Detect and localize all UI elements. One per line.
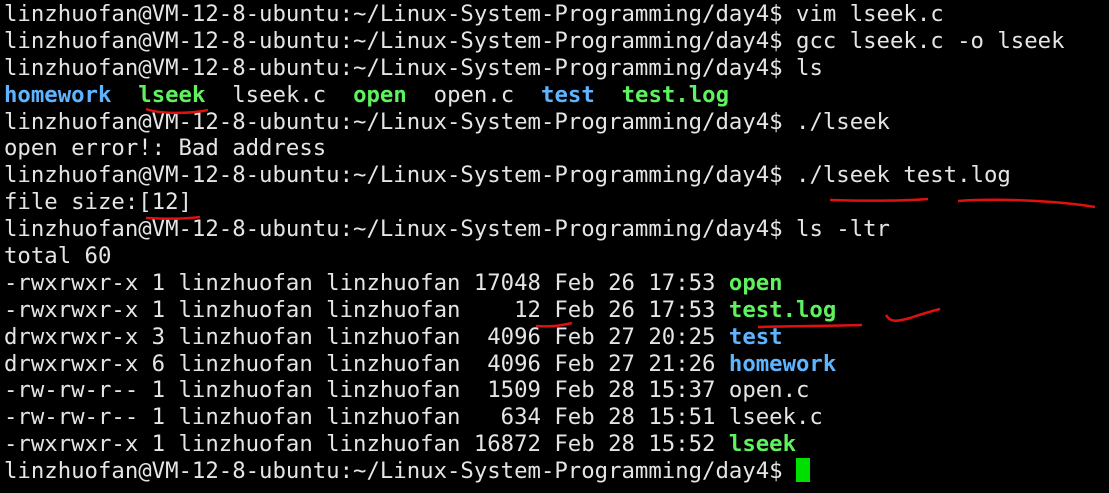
terminal-line: linzhuofan@VM-12-8-ubuntu:~/Linux-System… bbox=[4, 216, 1109, 243]
terminal-line: linzhuofan@VM-12-8-ubuntu:~/Linux-System… bbox=[4, 1, 1109, 28]
terminal-line: homework lseek lseek.c open open.c test … bbox=[4, 82, 1109, 109]
shell-prompt: linzhuofan@VM-12-8-ubuntu:~/Linux-System… bbox=[4, 216, 797, 243]
ls-long-meta: -rw-rw-r-- 1 linzhuofan linzhuofan 1509 … bbox=[4, 377, 729, 404]
command-text: ./lseek bbox=[796, 108, 890, 135]
ls-long-name: open bbox=[728, 269, 783, 296]
ls-long-name: homework bbox=[728, 350, 837, 377]
output-text: total 60 bbox=[4, 243, 112, 270]
command-text: vim lseek.c bbox=[796, 1, 944, 27]
ls-long-name: lseek.c bbox=[728, 404, 823, 431]
terminal-line: -rwxrwxr-x 1 linzhuofan linzhuofan 16872… bbox=[4, 431, 1109, 458]
shell-prompt: linzhuofan@VM-12-8-ubuntu:~/Linux-System… bbox=[4, 1, 797, 27]
ls-long-name: test bbox=[728, 323, 783, 350]
terminal-line: linzhuofan@VM-12-8-ubuntu:~/Linux-System… bbox=[4, 28, 1109, 55]
terminal-line: drwxrwxr-x 3 linzhuofan linzhuofan 4096 … bbox=[4, 324, 1109, 351]
terminal-line: linzhuofan@VM-12-8-ubuntu:~/Linux-System… bbox=[4, 458, 1109, 485]
ls-entry: lseek bbox=[138, 81, 206, 108]
ls-entry: open.c bbox=[433, 81, 515, 108]
output-text: file size:[12] bbox=[4, 189, 192, 216]
terminal-cursor[interactable] bbox=[796, 458, 811, 483]
ls-long-name: open.c bbox=[728, 377, 810, 404]
output-text: open error!: Bad address bbox=[4, 135, 327, 162]
ls-long-meta: drwxrwxr-x 6 linzhuofan linzhuofan 4096 … bbox=[4, 350, 729, 377]
ls-long-meta: -rw-rw-r-- 1 linzhuofan linzhuofan 634 F… bbox=[4, 404, 729, 431]
command-text: ls bbox=[796, 54, 823, 81]
ls-entry: lseek.c bbox=[232, 81, 327, 108]
command-text: ./lseek test.log bbox=[796, 162, 1011, 189]
shell-prompt: linzhuofan@VM-12-8-ubuntu:~/Linux-System… bbox=[4, 162, 797, 189]
terminal-line: total 60 bbox=[4, 243, 1109, 270]
shell-prompt: linzhuofan@VM-12-8-ubuntu:~/Linux-System… bbox=[4, 108, 797, 135]
ls-long-meta: -rwxrwxr-x 1 linzhuofan linzhuofan 16872… bbox=[4, 431, 729, 458]
terminal-line: open error!: Bad address bbox=[4, 135, 1109, 162]
ls-long-meta: drwxrwxr-x 3 linzhuofan linzhuofan 4096 … bbox=[4, 323, 729, 350]
terminal-line: linzhuofan@VM-12-8-ubuntu:~/Linux-System… bbox=[4, 109, 1109, 136]
ls-entry: test bbox=[541, 81, 595, 108]
terminal-line: -rw-rw-r-- 1 linzhuofan linzhuofan 634 F… bbox=[4, 404, 1109, 431]
terminal-line: linzhuofan@VM-12-8-ubuntu:~/Linux-System… bbox=[4, 55, 1109, 82]
ls-long-name: test.log bbox=[728, 296, 837, 323]
command-text: gcc lseek.c -o lseek bbox=[796, 27, 1065, 54]
ls-entry: open bbox=[353, 81, 407, 108]
terminal-line: file size:[12] bbox=[4, 189, 1109, 216]
ls-long-meta: -rwxrwxr-x 1 linzhuofan linzhuofan 12 Fe… bbox=[4, 296, 729, 323]
ls-long-name: lseek bbox=[728, 431, 797, 458]
terminal-line: drwxrwxr-x 6 linzhuofan linzhuofan 4096 … bbox=[4, 351, 1109, 378]
command-text: ls -ltr bbox=[796, 216, 890, 243]
terminal-line: -rwxrwxr-x 1 linzhuofan linzhuofan 17048… bbox=[4, 270, 1109, 297]
shell-prompt: linzhuofan@VM-12-8-ubuntu:~/Linux-System… bbox=[4, 54, 797, 81]
ls-long-meta: -rwxrwxr-x 1 linzhuofan linzhuofan 17048… bbox=[4, 269, 729, 296]
shell-prompt: linzhuofan@VM-12-8-ubuntu:~/Linux-System… bbox=[4, 27, 797, 54]
terminal-window[interactable]: linzhuofan@VM-12-8-ubuntu:~/Linux-System… bbox=[0, 0, 1109, 493]
terminal-line: -rwxrwxr-x 1 linzhuofan linzhuofan 12 Fe… bbox=[4, 297, 1109, 324]
ls-entry: homework bbox=[4, 81, 112, 108]
ls-entry: test.log bbox=[621, 81, 730, 108]
terminal-line: linzhuofan@VM-12-8-ubuntu:~/Linux-System… bbox=[4, 162, 1109, 189]
shell-prompt: linzhuofan@VM-12-8-ubuntu:~/Linux-System… bbox=[4, 458, 797, 485]
terminal-line: -rw-rw-r-- 1 linzhuofan linzhuofan 1509 … bbox=[4, 377, 1109, 404]
